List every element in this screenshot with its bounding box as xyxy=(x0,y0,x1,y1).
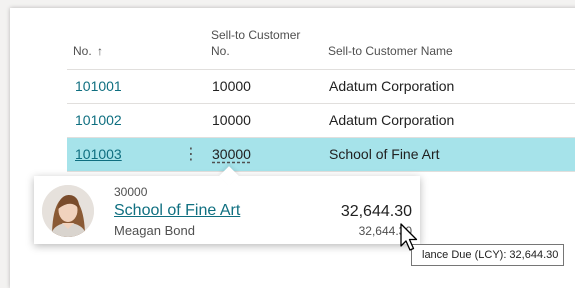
customer-name-link[interactable]: School of Fine Art xyxy=(114,202,240,220)
customer-no-cell[interactable]: 10000 xyxy=(212,104,251,137)
column-header-no[interactable]: No. ↑ xyxy=(73,43,103,59)
mouse-pointer-icon xyxy=(400,223,418,251)
document-no-link[interactable]: 101002 xyxy=(75,104,122,137)
column-header-sell-to-customer-name[interactable]: Sell-to Customer Name xyxy=(328,43,453,59)
avatar xyxy=(42,185,94,237)
customer-card-popup: 30000 School of Fine Art Meagan Bond 32,… xyxy=(34,166,420,244)
table-row[interactable]: 101002 10000 Adatum Corporation xyxy=(67,103,575,138)
sort-ascending-icon: ↑ xyxy=(97,44,104,58)
customer-number: 30000 xyxy=(114,185,148,199)
customer-no-cell[interactable]: 10000 xyxy=(212,70,251,103)
customer-name-cell: Adatum Corporation xyxy=(329,78,455,94)
customer-name-cell: Adatum Corporation xyxy=(329,112,455,128)
balance-due-tooltip: lance Due (LCY): 32,644.30 xyxy=(411,244,565,266)
document-no-link[interactable]: 101001 xyxy=(75,70,122,103)
customer-name-cell: School of Fine Art xyxy=(329,146,440,162)
column-header-row: No. ↑ Sell-to Customer No. Sell-to Custo… xyxy=(10,8,575,72)
table-row-selected[interactable]: 101003 ⋮ 30000 School of Fine Art xyxy=(67,137,575,172)
document-no-link[interactable]: 101003 xyxy=(75,138,122,171)
balance-amount[interactable]: 32,644.30 xyxy=(341,203,412,221)
customer-no-cell[interactable]: 30000 xyxy=(212,138,251,171)
column-header-sell-to-customer-no[interactable]: Sell-to Customer No. xyxy=(211,27,311,59)
contact-name: Meagan Bond xyxy=(114,223,195,238)
row-actions-icon[interactable]: ⋮ xyxy=(183,138,199,171)
column-header-no-label: No. xyxy=(73,44,92,58)
table-row[interactable]: 101001 10000 Adatum Corporation xyxy=(67,69,575,104)
